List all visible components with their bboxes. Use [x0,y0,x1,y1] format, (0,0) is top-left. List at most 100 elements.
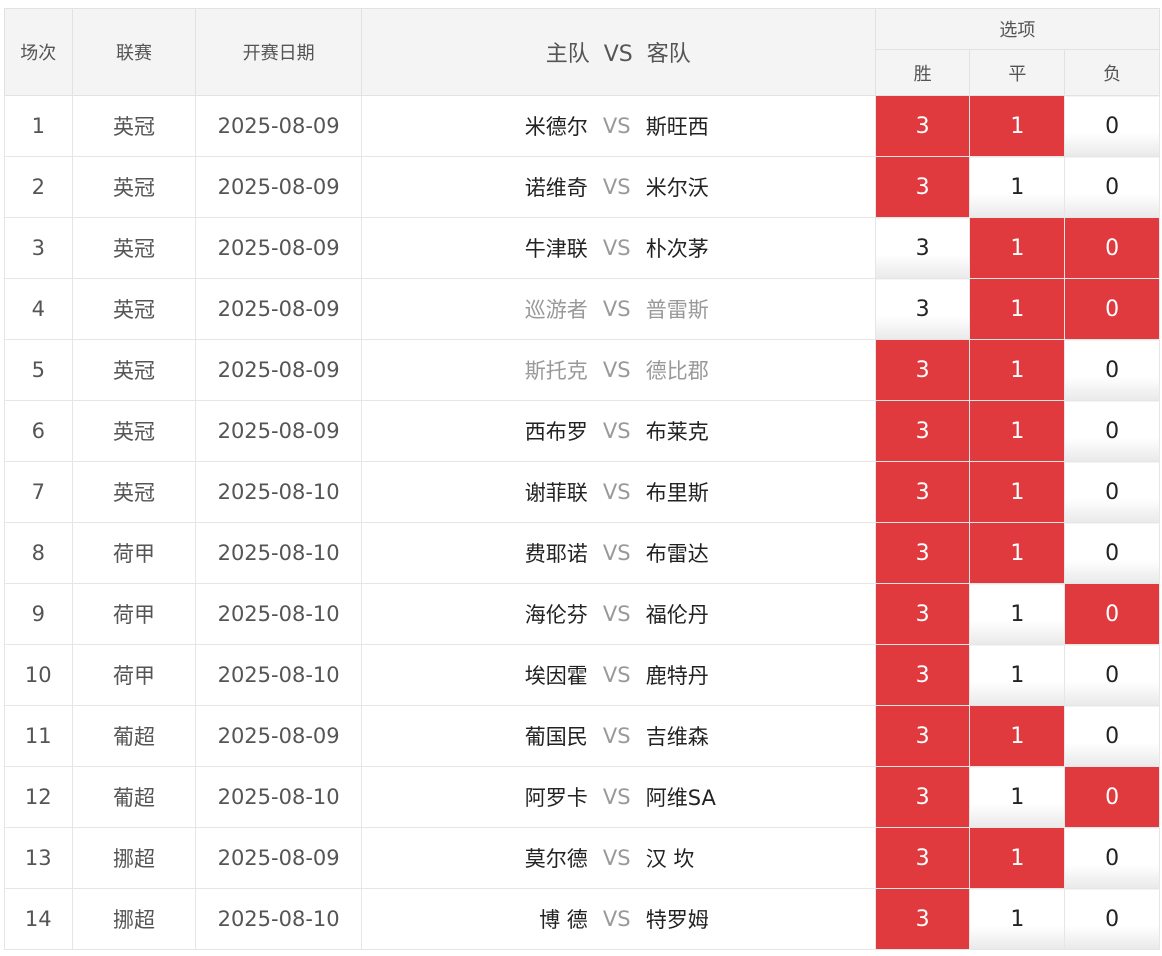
option-draw[interactable]: 1 [969,583,1066,645]
option-win[interactable]: 3 [874,766,971,828]
vs-separator: VS [602,114,631,138]
league-name: 荷甲 [71,644,197,706]
option-win[interactable]: 3 [874,888,971,950]
option-win[interactable]: 3 [874,461,971,523]
table-row: 6 英冠 2025-08-09 西布罗 VS 布莱克 3 1 0 [4,400,1160,462]
header-away: 客队 [646,42,691,67]
match-teams-inner: 阿罗卡 VS 阿维SA [362,767,875,827]
away-team: 特罗姆 [645,908,709,932]
league-name: 葡超 [71,705,197,767]
league-name: 挪超 [71,827,197,889]
match-date: 2025-08-10 [195,522,362,584]
option-lose[interactable]: 0 [1064,278,1160,340]
vs-separator: VS [602,663,631,687]
option-lose[interactable]: 0 [1064,217,1160,279]
option-win[interactable]: 3 [874,522,971,584]
header-match: 主队 VS 客队 [360,8,876,96]
league-name: 英冠 [71,400,197,462]
header-win: 胜 [874,49,971,96]
option-draw[interactable]: 1 [969,644,1066,706]
option-lose[interactable]: 0 [1064,339,1160,401]
match-date: 2025-08-09 [195,217,362,279]
table-row: 9 荷甲 2025-08-10 海伦芬 VS 福伦丹 3 1 0 [4,583,1160,645]
option-draw[interactable]: 1 [969,766,1066,828]
match-date: 2025-08-09 [195,827,362,889]
option-draw[interactable]: 1 [969,400,1066,462]
option-lose[interactable]: 0 [1064,95,1160,157]
league-name: 荷甲 [71,583,197,645]
away-team: 吉维森 [645,725,709,749]
option-lose[interactable]: 0 [1064,705,1160,767]
match-number: 14 [4,888,73,950]
option-win[interactable]: 3 [874,827,971,889]
home-team: 诺维奇 [524,176,588,200]
match-teams-inner: 莫尔德 VS 汉 坎 [362,828,875,888]
match-teams-inner: 巡游者 VS 普雷斯 [362,279,875,339]
away-team: 米尔沃 [645,176,709,200]
match-date: 2025-08-09 [195,278,362,340]
match-teams-inner: 博 德 VS 特罗姆 [362,889,875,949]
option-draw[interactable]: 1 [969,461,1066,523]
match-table: 场次 联赛 开赛日期 主队 VS 客队 选项 胜 平 负 1 英冠 2025-08-09… [4,8,1161,950]
home-team: 葡国民 [524,725,588,749]
option-lose[interactable]: 0 [1064,461,1160,523]
match-teams-inner: 葡国民 VS 吉维森 [362,706,875,766]
option-draw[interactable]: 1 [969,522,1066,584]
option-lose[interactable]: 0 [1064,827,1160,889]
option-win[interactable]: 3 [874,705,971,767]
option-win[interactable]: 3 [874,278,971,340]
option-lose[interactable]: 0 [1064,400,1160,462]
match-teams: 博 德 VS 特罗姆 [360,888,876,950]
option-lose[interactable]: 0 [1064,888,1160,950]
home-team: 西布罗 [524,420,588,444]
table-row: 12 葡超 2025-08-10 阿罗卡 VS 阿维SA 3 1 0 [4,766,1160,828]
option-draw[interactable]: 1 [969,339,1066,401]
table-row: 8 荷甲 2025-08-10 费耶诺 VS 布雷达 3 1 0 [4,522,1160,584]
match-number: 9 [4,583,73,645]
away-team: 布里斯 [645,481,709,505]
option-win[interactable]: 3 [874,644,971,706]
option-draw[interactable]: 1 [969,827,1066,889]
away-team: 朴次茅 [645,237,709,261]
vs-separator: VS [602,724,631,748]
option-win[interactable]: 3 [874,583,971,645]
option-draw[interactable]: 1 [969,95,1066,157]
option-win[interactable]: 3 [874,156,971,218]
away-team: 德比郡 [645,359,709,383]
option-lose[interactable]: 0 [1064,766,1160,828]
league-name: 英冠 [71,217,197,279]
table-row: 7 英冠 2025-08-10 谢菲联 VS 布里斯 3 1 0 [4,461,1160,523]
option-draw[interactable]: 1 [969,705,1066,767]
option-draw[interactable]: 1 [969,888,1066,950]
match-teams-inner: 费耶诺 VS 布雷达 [362,523,875,583]
option-lose[interactable]: 0 [1064,644,1160,706]
option-win[interactable]: 3 [874,95,971,157]
match-teams: 巡游者 VS 普雷斯 [360,278,876,340]
match-date: 2025-08-09 [195,95,362,157]
option-lose[interactable]: 0 [1064,156,1160,218]
option-lose[interactable]: 0 [1064,522,1160,584]
away-team: 阿维SA [645,786,716,810]
match-table-container: 场次 联赛 开赛日期 主队 VS 客队 选项 胜 平 负 1 英冠 2025-08-09… [4,8,1161,950]
match-number: 8 [4,522,73,584]
match-number: 6 [4,400,73,462]
match-teams: 海伦芬 VS 福伦丹 [360,583,876,645]
option-lose[interactable]: 0 [1064,583,1160,645]
match-teams: 谢菲联 VS 布里斯 [360,461,876,523]
option-draw[interactable]: 1 [969,156,1066,218]
table-row: 1 英冠 2025-08-09 米德尔 VS 斯旺西 3 1 0 [4,95,1160,157]
header-vs: VS [603,42,633,67]
match-number: 5 [4,339,73,401]
option-win[interactable]: 3 [874,400,971,462]
match-date: 2025-08-09 [195,339,362,401]
table-row: 5 英冠 2025-08-09 斯托克 VS 德比郡 3 1 0 [4,339,1160,401]
header-league: 联赛 [71,8,197,96]
option-win[interactable]: 3 [874,339,971,401]
option-draw[interactable]: 1 [969,217,1066,279]
match-teams-inner: 斯托克 VS 德比郡 [362,340,875,400]
match-teams-inner: 海伦芬 VS 福伦丹 [362,584,875,644]
home-team: 斯托克 [524,359,588,383]
option-draw[interactable]: 1 [969,278,1066,340]
league-name: 英冠 [71,95,197,157]
option-win[interactable]: 3 [874,217,971,279]
